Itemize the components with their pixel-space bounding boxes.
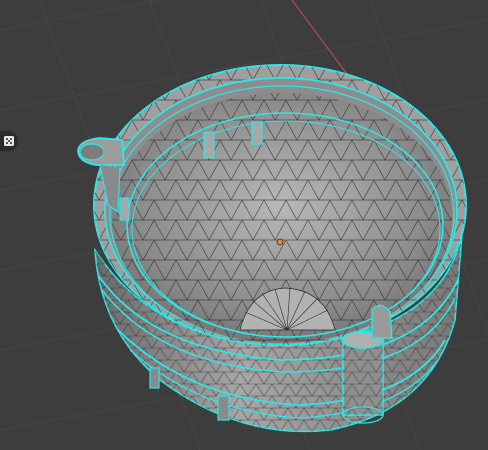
3d-viewport[interactable]	[0, 0, 488, 450]
object-origin[interactable]	[276, 238, 284, 246]
bowl-mesh[interactable]	[77, 64, 467, 433]
dice-icon	[4, 136, 14, 146]
viewport-canvas[interactable]	[0, 0, 488, 450]
